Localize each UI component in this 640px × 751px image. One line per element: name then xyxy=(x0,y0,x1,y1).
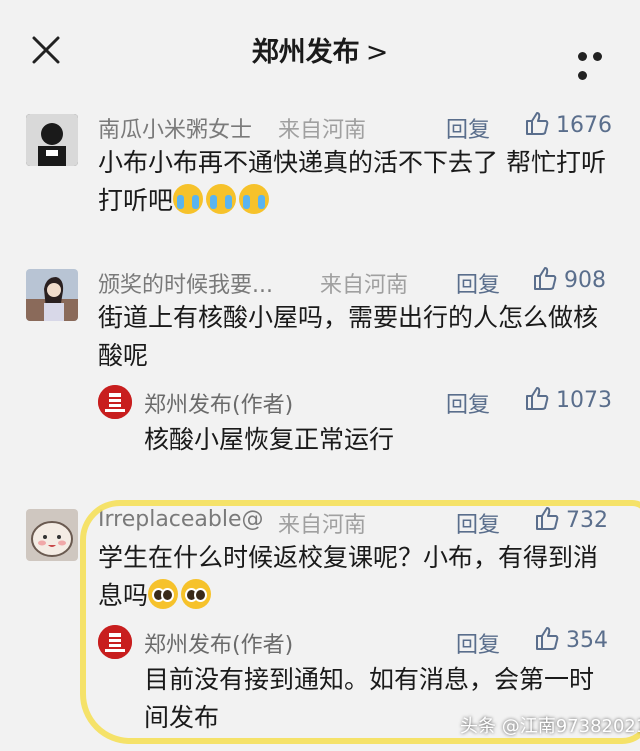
reply-button[interactable]: 回复 xyxy=(456,507,500,539)
crying-emoji-icon xyxy=(239,184,270,214)
title-text: 郑州发布 xyxy=(251,37,360,68)
avatar[interactable] xyxy=(26,269,78,321)
watermark: 头条 @江南97382021 xyxy=(460,716,640,737)
like-button[interactable]: 354 xyxy=(534,625,608,653)
author-name[interactable]: 郑州发布(作者) xyxy=(144,387,293,419)
avatar[interactable] xyxy=(26,114,78,166)
crying-emoji-icon xyxy=(173,184,204,214)
like-button[interactable]: 1676 xyxy=(524,110,612,138)
commenter-name[interactable]: 南瓜小米粥女士 xyxy=(98,112,252,144)
like-count: 732 xyxy=(566,508,608,533)
reply-button[interactable]: 回复 xyxy=(456,627,500,659)
like-count: 1676 xyxy=(556,113,612,138)
author-name[interactable]: 郑州发布(作者) xyxy=(144,627,293,659)
commenter-name[interactable]: Irreplaceable@ xyxy=(98,507,264,532)
reply-button[interactable]: 回复 xyxy=(456,267,500,299)
reply-button[interactable]: 回复 xyxy=(446,112,490,144)
like-button[interactable]: 732 xyxy=(534,505,608,533)
like-button[interactable]: 1073 xyxy=(524,385,612,413)
thumbs-up-icon xyxy=(536,507,559,530)
commenter-name[interactable]: 颁奖的时候我要... xyxy=(98,267,273,299)
pleading-emoji-icon xyxy=(181,579,212,609)
thumbs-up-icon xyxy=(526,112,549,135)
like-count: 354 xyxy=(566,628,608,653)
more-dots-icon[interactable] xyxy=(578,46,622,80)
pleading-emoji-icon xyxy=(148,579,179,609)
crying-emoji-icon xyxy=(206,184,237,214)
thumbs-up-icon xyxy=(526,387,549,410)
like-count: 1073 xyxy=(556,388,612,413)
comment-text: 街道上有核酸小屋吗，需要出行的人怎么做核酸呢 xyxy=(98,303,599,370)
avatar[interactable] xyxy=(26,509,78,561)
author-reply-text: 核酸小屋恢复正常运行 xyxy=(144,425,395,454)
chevron-right-icon: > xyxy=(365,37,389,68)
page-title[interactable]: 郑州发布 > xyxy=(0,30,640,69)
location-label: 来自河南 xyxy=(278,118,367,143)
reply-button[interactable]: 回复 xyxy=(446,387,490,419)
location-label: 来自河南 xyxy=(278,513,367,538)
top-bar: 郑州发布 > xyxy=(0,0,640,92)
like-count: 908 xyxy=(564,268,606,293)
thumbs-up-icon xyxy=(534,267,557,290)
brand-avatar[interactable] xyxy=(98,625,132,659)
brand-avatar[interactable] xyxy=(98,385,132,419)
like-button[interactable]: 908 xyxy=(532,265,606,293)
thumbs-up-icon xyxy=(536,627,559,650)
comment-text: 学生在什么时候返校复课呢？小布，有得到消息吗 xyxy=(98,539,608,615)
location-label: 来自河南 xyxy=(320,273,409,298)
comment-text: 小布小布再不通快递真的活不下去了 帮忙打听打听吧 xyxy=(98,144,618,220)
